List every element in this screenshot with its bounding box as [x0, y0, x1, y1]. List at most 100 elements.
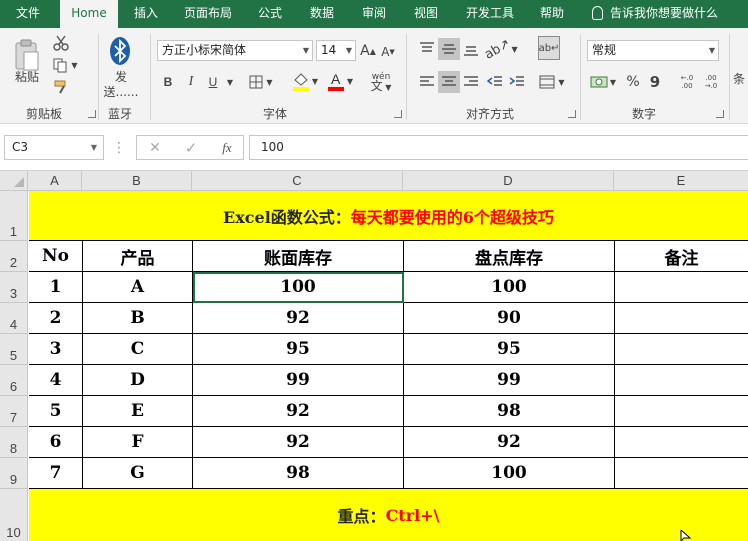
merge-center-button[interactable]: ▼ [536, 71, 568, 93]
table-cell[interactable]: 4 [29, 365, 83, 396]
name-box[interactable]: C3 ▼ [4, 135, 104, 160]
table-cell[interactable]: 95 [404, 334, 615, 365]
tab-help[interactable]: 帮助 [532, 0, 572, 28]
active-cell-c3[interactable]: 100 [193, 272, 404, 303]
font-color-button[interactable]: A ▼ [324, 70, 356, 92]
shrink-font-button[interactable]: A ▼ [380, 43, 396, 61]
row-header-8[interactable]: 8 [0, 427, 28, 458]
tab-data[interactable]: 数据 [302, 0, 342, 28]
bottom-align-button[interactable] [460, 38, 482, 60]
footer-merged-cell[interactable]: 重点： Ctrl+\ [29, 489, 748, 541]
table-cell[interactable]: D [83, 365, 193, 396]
tab-file[interactable]: 文件 [4, 0, 52, 28]
tab-review[interactable]: 审阅 [354, 0, 394, 28]
formula-input[interactable]: 100 [249, 135, 748, 160]
conditional-formatting-button[interactable]: 条 [733, 68, 748, 88]
borders-button[interactable]: ▼ [246, 72, 276, 92]
table-cell[interactable] [615, 303, 748, 334]
accounting-format-button[interactable]: ▼ [588, 71, 618, 93]
table-cell[interactable]: A [83, 272, 193, 303]
comma-style-button[interactable]: 9 [646, 71, 664, 93]
table-cell[interactable] [615, 427, 748, 458]
decrease-decimal-button[interactable]: .00 →.0 [700, 70, 722, 94]
cancel-icon[interactable]: ✕ [145, 138, 165, 158]
column-header-b[interactable]: B [82, 171, 192, 191]
table-cell[interactable]: B [83, 303, 193, 334]
table-cell[interactable]: 98 [193, 458, 404, 489]
grow-font-button[interactable]: A ▲ [360, 41, 376, 61]
cut-button[interactable] [50, 34, 72, 52]
row-header-4[interactable]: 4 [0, 303, 28, 334]
table-cell[interactable]: 98 [404, 396, 615, 427]
insert-function-button[interactable]: fx [217, 138, 237, 158]
alignment-launcher-icon[interactable] [568, 110, 576, 118]
format-painter-button[interactable] [50, 78, 72, 96]
tab-insert[interactable]: 插入 [126, 0, 166, 28]
middle-align-button[interactable] [438, 38, 460, 60]
wrap-text-button[interactable]: ab↵ [538, 36, 560, 60]
header-cell-counted-stock[interactable]: 盘点库存 [404, 241, 615, 272]
table-cell[interactable]: 95 [193, 334, 404, 365]
table-cell[interactable]: 100 [404, 458, 615, 489]
table-cell[interactable]: 100 [404, 272, 615, 303]
header-cell-product[interactable]: 产品 [83, 241, 193, 272]
row-header-5[interactable]: 5 [0, 334, 28, 365]
underline-button[interactable]: U [204, 72, 222, 92]
table-cell[interactable]: C [83, 334, 193, 365]
tab-developer[interactable]: 开发工具 [458, 0, 522, 28]
table-cell[interactable]: 99 [404, 365, 615, 396]
header-cell-remarks[interactable]: 备注 [615, 241, 748, 272]
orientation-button[interactable]: ab↗ ▼ [482, 36, 517, 63]
tab-view[interactable]: 视图 [406, 0, 446, 28]
table-cell[interactable]: E [83, 396, 193, 427]
table-cell[interactable]: G [83, 458, 193, 489]
table-cell[interactable] [615, 334, 748, 365]
table-cell[interactable]: 5 [29, 396, 83, 427]
italic-button[interactable]: I [182, 72, 200, 92]
table-cell[interactable]: 92 [193, 303, 404, 334]
paste-button[interactable] [12, 36, 42, 74]
align-center-button[interactable] [438, 71, 460, 93]
align-right-button[interactable] [460, 71, 482, 93]
row-header-3[interactable]: 3 [0, 272, 28, 303]
increase-indent-button[interactable] [506, 71, 528, 93]
top-align-button[interactable] [416, 38, 438, 60]
table-cell[interactable] [615, 365, 748, 396]
tab-home[interactable]: Home [60, 0, 118, 28]
tab-formulas[interactable]: 公式 [250, 0, 290, 28]
enter-check-icon[interactable]: ✓ [181, 138, 201, 158]
clipboard-launcher-icon[interactable] [88, 110, 96, 118]
header-cell-book-stock[interactable]: 账面库存 [193, 241, 404, 272]
copy-button[interactable]: ▼ [50, 56, 80, 74]
tab-page-layout[interactable]: 页面布局 [176, 0, 240, 28]
title-merged-cell[interactable]: Excel函数公式： 每天都要使用的6个超级技巧 [29, 191, 748, 241]
table-cell[interactable]: 92 [193, 427, 404, 458]
font-size-combo[interactable]: 14 ▼ [316, 40, 356, 61]
row-header-10[interactable]: 10 [0, 489, 28, 541]
table-cell[interactable] [615, 396, 748, 427]
underline-dropdown-icon[interactable]: ▼ [224, 72, 236, 92]
column-header-e[interactable]: E [614, 171, 748, 191]
row-header-9[interactable]: 9 [0, 458, 28, 489]
table-cell[interactable] [615, 272, 748, 303]
font-name-combo[interactable]: 方正小标宋简体 ▼ [157, 40, 313, 61]
percent-button[interactable]: % [624, 71, 642, 93]
formula-bar-grip-icon[interactable]: ⋮ [112, 139, 126, 157]
increase-decimal-button[interactable]: ←.0 .00 [676, 70, 698, 94]
font-launcher-icon[interactable] [394, 110, 402, 118]
table-cell[interactable]: 7 [29, 458, 83, 489]
table-cell[interactable]: 2 [29, 303, 83, 334]
column-header-d[interactable]: D [403, 171, 614, 191]
bluetooth-send-button[interactable] [106, 34, 134, 68]
row-header-7[interactable]: 7 [0, 396, 28, 427]
table-cell[interactable]: 92 [404, 427, 615, 458]
column-header-a[interactable]: A [28, 171, 82, 191]
header-cell-no[interactable]: No [29, 241, 83, 272]
table-cell[interactable]: 6 [29, 427, 83, 458]
table-cell[interactable]: F [83, 427, 193, 458]
table-cell[interactable]: 90 [404, 303, 615, 334]
table-cell[interactable]: 99 [193, 365, 404, 396]
row-header-1[interactable]: 1 [0, 191, 28, 241]
row-header-6[interactable]: 6 [0, 365, 28, 396]
row-header-2[interactable]: 2 [0, 241, 28, 272]
